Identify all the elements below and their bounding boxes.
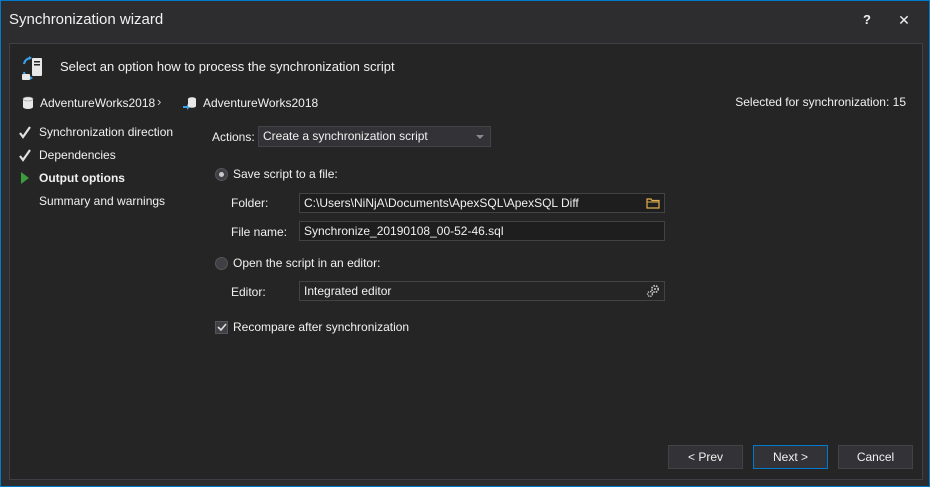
- nav-item-dependencies[interactable]: Dependencies: [18, 146, 116, 164]
- next-button[interactable]: Next >: [753, 445, 828, 469]
- sync-script-icon: [22, 56, 42, 80]
- nav-item-label: Output options: [39, 171, 125, 185]
- source-database-label: AdventureWorks2018: [40, 96, 156, 110]
- source-database: AdventureWorks2018: [22, 94, 155, 112]
- actions-dropdown[interactable]: Create a synchronization script: [258, 126, 491, 147]
- checkmark-icon: [18, 125, 32, 139]
- save-to-file-label: Save script to a file:: [233, 167, 338, 181]
- save-to-file-radio[interactable]: Save script to a file:: [215, 166, 338, 182]
- help-button[interactable]: ?: [856, 10, 878, 30]
- play-arrow-icon: [18, 171, 32, 185]
- nav-blank-mark: [18, 194, 32, 208]
- filename-label: File name:: [231, 225, 288, 239]
- radio-button-unselected[interactable]: [215, 256, 228, 270]
- prev-button[interactable]: < Prev: [668, 445, 743, 469]
- nav-item-synchronization-direction[interactable]: Synchronization direction: [18, 123, 173, 141]
- window-title: Synchronization wizard: [9, 11, 164, 28]
- editor-label: Editor:: [231, 285, 266, 299]
- selected-count: Selected for synchronization: 15: [735, 95, 906, 109]
- nav-item-label: Dependencies: [39, 148, 116, 162]
- actions-label: Actions:: [212, 130, 255, 144]
- open-in-editor-radio[interactable]: Open the script in an editor:: [215, 255, 380, 271]
- target-database-label: AdventureWorks2018: [203, 96, 319, 110]
- nav-item-label: Synchronization direction: [39, 125, 174, 139]
- nav-item-label: Summary and warnings: [39, 194, 166, 208]
- open-in-editor-label: Open the script in an editor:: [233, 256, 381, 270]
- folder-label: Folder:: [231, 196, 269, 210]
- editor-field[interactable]: Integrated editor: [299, 281, 665, 301]
- nav-item-output-options[interactable]: Output options: [18, 169, 125, 187]
- title-bar: Synchronization wizard ? ✕: [1, 1, 929, 39]
- target-database: AdventureWorks2018: [183, 94, 318, 112]
- wizard-window: Synchronization wizard ? ✕ Select an opt…: [0, 0, 930, 487]
- checkmark-icon: [18, 148, 32, 162]
- filename-value: Synchronize_20190108_00-52-46.sql: [304, 224, 504, 238]
- filename-field[interactable]: Synchronize_20190108_00-52-46.sql: [299, 221, 665, 241]
- wizard-panel: Select an option how to process the sync…: [9, 43, 923, 480]
- header-text: Select an option how to process the sync…: [60, 59, 395, 74]
- target-database-icon: [183, 97, 196, 110]
- radio-button-selected[interactable]: [215, 167, 228, 181]
- gear-icon[interactable]: [646, 284, 660, 298]
- nav-item-summary-and-warnings[interactable]: Summary and warnings: [18, 192, 165, 210]
- chevron-down-icon: [476, 135, 484, 139]
- folder-field[interactable]: C:\Users\NiNjA\Documents\ApexSQL\ApexSQL…: [299, 193, 665, 213]
- folder-value: C:\Users\NiNjA\Documents\ApexSQL\ApexSQL…: [304, 196, 579, 210]
- chevron-right-icon: ›: [157, 94, 162, 109]
- actions-dropdown-value: Create a synchronization script: [263, 129, 428, 143]
- editor-value: Integrated editor: [304, 284, 392, 298]
- folder-icon[interactable]: [646, 196, 660, 210]
- close-button[interactable]: ✕: [893, 10, 915, 30]
- recompare-label: Recompare after synchronization: [233, 320, 410, 334]
- database-icon: [22, 96, 34, 109]
- cancel-button[interactable]: Cancel: [838, 445, 913, 469]
- recompare-checkbox[interactable]: [215, 320, 228, 334]
- recompare-checkbox-row[interactable]: Recompare after synchronization: [215, 319, 409, 335]
